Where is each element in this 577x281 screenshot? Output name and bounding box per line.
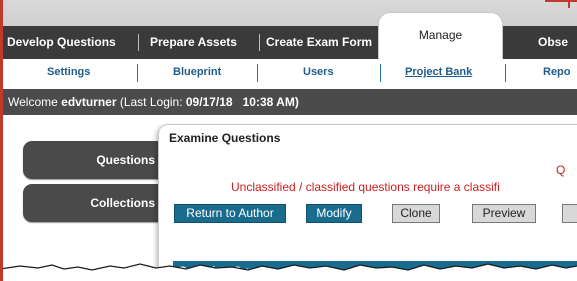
last-login-label: (Last Login:: [116, 95, 186, 109]
tab-develop-questions[interactable]: Develop Questions: [7, 26, 116, 59]
welcome-prefix: Welcome: [8, 95, 62, 109]
sidebar-item-questions[interactable]: Questions: [23, 141, 173, 179]
subnav-settings[interactable]: Settings: [47, 66, 90, 78]
corner-accent: [568, 0, 570, 8]
subnav-reports[interactable]: Repo: [543, 66, 571, 78]
subnav-divider: [380, 64, 381, 82]
subnav-project-bank[interactable]: Project Bank: [405, 66, 472, 78]
welcome-bar: Welcome edvturner (Last Login: 09/17/18 1…: [3, 89, 577, 115]
torn-edge: [0, 263, 577, 281]
modify-button[interactable]: Modify: [306, 204, 362, 223]
sub-nav: Settings Blueprint Users Project Bank Re…: [3, 59, 577, 87]
subnav-divider: [137, 64, 138, 82]
tab-manage[interactable]: Manage: [378, 12, 503, 60]
last-login-date: 09/17/18: [185, 95, 233, 109]
subnav-divider: [505, 64, 506, 82]
warning-heading: Q: [556, 163, 566, 177]
welcome-suffix: ): [294, 95, 299, 109]
screenshot-frame: Develop Questions Prepare Assets Create …: [0, 0, 577, 281]
classification-warning: Unclassified / classified questions requ…: [231, 180, 500, 194]
panel-title: Examine Questions: [169, 131, 281, 145]
top-border-accent: [545, 0, 577, 2]
clone-button[interactable]: Clone: [392, 204, 440, 223]
overflow-button[interactable]: [562, 204, 577, 223]
last-login-time: 10:38 AM: [242, 95, 295, 109]
subnav-blueprint[interactable]: Blueprint: [173, 66, 221, 78]
nav-divider: [259, 34, 260, 51]
nav-divider: [138, 34, 139, 51]
subnav-divider: [257, 64, 258, 82]
tab-create-exam-form[interactable]: Create Exam Form: [266, 26, 372, 59]
preview-button[interactable]: Preview: [472, 204, 536, 223]
tab-observe[interactable]: Obse: [538, 26, 568, 59]
tab-prepare-assets[interactable]: Prepare Assets: [150, 26, 237, 59]
subnav-users[interactable]: Users: [303, 66, 334, 78]
left-border-accent: [0, 0, 3, 281]
return-to-author-button[interactable]: Return to Author: [174, 204, 286, 223]
sidebar-item-collections[interactable]: Collections: [23, 184, 173, 222]
welcome-username: edvturner: [61, 95, 117, 109]
